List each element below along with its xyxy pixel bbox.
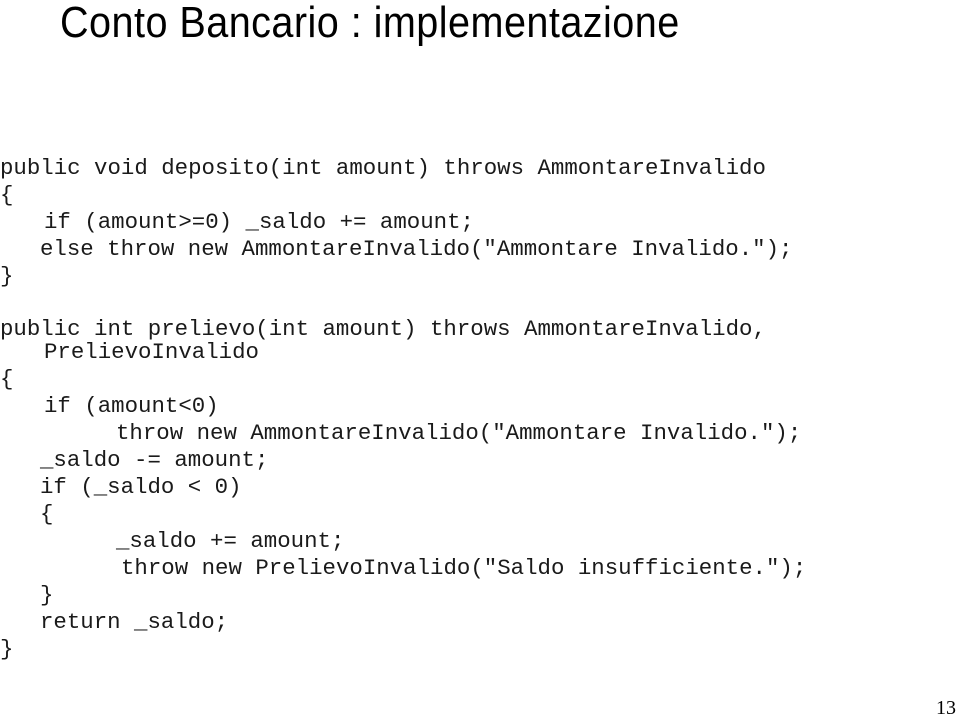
code-line-inner-open-brace: {: [40, 501, 54, 527]
code-line-close-brace: }: [0, 636, 14, 662]
code-line-return: return _saldo;: [40, 609, 229, 635]
code-line-if-amount: if (amount<0): [44, 393, 219, 419]
code-line-subtract: _saldo -= amount;: [40, 447, 269, 473]
code-line-close-brace: }: [0, 263, 14, 289]
code-line-add-back: _saldo += amount;: [116, 528, 345, 554]
code-line-open-brace: {: [0, 182, 14, 208]
code-line-throw-prelievo: throw new PrelievoInvalido("Saldo insuff…: [121, 555, 807, 581]
code-line-if-deposit: if (amount>=0) _saldo += amount;: [44, 209, 474, 235]
code-line-if-saldo: if (_saldo < 0): [40, 474, 242, 500]
code-line-else-throw: else throw new AmmontareInvalido("Ammont…: [40, 236, 793, 262]
code-line-open-brace: {: [0, 366, 14, 392]
code-line-inner-close-brace: }: [40, 582, 54, 608]
code-line-prelievo-signature-cont: PrelievoInvalido: [44, 339, 259, 365]
code-line-throw-ammontare: throw new AmmontareInvalido("Ammontare I…: [116, 420, 802, 446]
slide-title: Conto Bancario : implementazione: [60, 0, 680, 47]
code-line-deposito-signature: public void deposito(int amount) throws …: [0, 155, 766, 181]
page-number: 13: [936, 697, 956, 719]
